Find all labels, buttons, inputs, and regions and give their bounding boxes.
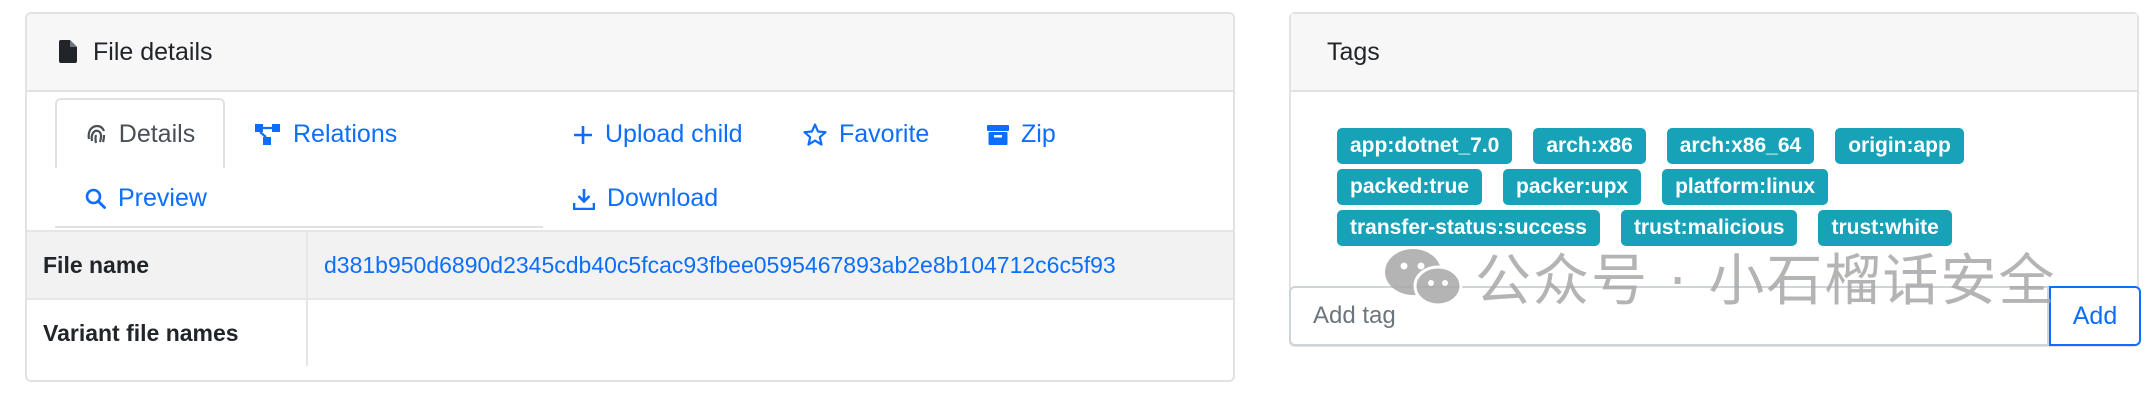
file-name-key: File name xyxy=(27,230,308,299)
favorite-label: Favorite xyxy=(839,120,930,148)
zip-button[interactable]: Zip xyxy=(987,120,1056,149)
tab-details[interactable]: Details xyxy=(55,98,225,168)
tag-badge[interactable]: packer:upx xyxy=(1503,169,1642,205)
zip-label: Zip xyxy=(1021,120,1056,148)
star-icon xyxy=(803,123,827,146)
relations-icon xyxy=(255,123,281,146)
tags-header: Tags xyxy=(1291,14,2137,92)
file-details-title: File details xyxy=(93,37,213,66)
file-name-value[interactable]: d381b950d6890d2345cdb40c5fcac93fbee05954… xyxy=(307,230,1233,299)
watermark-text: 公众号 · 小石榴话安全 xyxy=(1475,249,2057,314)
tag-row: packed:true packer:upx platform:linux xyxy=(1337,169,2097,205)
fingerprint-icon xyxy=(85,123,107,145)
variant-file-names-value xyxy=(307,298,1233,366)
tag-badge[interactable]: packed:true xyxy=(1337,169,1483,205)
tags-title: Tags xyxy=(1327,37,1380,66)
download-icon xyxy=(573,188,595,210)
file-details-card: File details Details Relations Upload ch… xyxy=(25,12,1235,382)
tab-relations[interactable]: Relations xyxy=(255,120,397,149)
table-row: File name d381b950d6890d2345cdb40c5fcac9… xyxy=(27,230,1233,299)
upload-child-button[interactable]: Upload child xyxy=(573,120,743,149)
tab-preview-label: Preview xyxy=(118,184,207,212)
add-tag-button[interactable]: Add xyxy=(2049,286,2141,346)
favorite-button[interactable]: Favorite xyxy=(803,120,929,149)
file-details-header: File details xyxy=(27,14,1233,92)
tab-relations-label: Relations xyxy=(293,120,398,148)
download-button[interactable]: Download xyxy=(573,184,718,213)
variant-file-names-key: Variant file names xyxy=(27,298,308,366)
archive-icon xyxy=(987,124,1009,145)
wechat-icon xyxy=(1385,248,1463,306)
tab-preview[interactable]: Preview xyxy=(85,184,207,213)
file-info-table: File name d381b950d6890d2345cdb40c5fcac9… xyxy=(27,230,1233,366)
tag-badge[interactable]: arch:x86 xyxy=(1533,128,1646,164)
download-label: Download xyxy=(607,184,719,212)
tab-details-label: Details xyxy=(118,119,196,148)
file-icon xyxy=(59,40,79,64)
search-icon xyxy=(85,188,106,209)
tag-badge[interactable]: arch:x86_64 xyxy=(1666,128,1815,164)
tabs-divider xyxy=(55,226,543,228)
table-row: Variant file names xyxy=(27,298,1233,366)
tag-badge[interactable]: app:dotnet_7.0 xyxy=(1337,128,1513,164)
watermark: 公众号 · 小石榴话安全 xyxy=(1383,236,2056,317)
plus-icon xyxy=(573,125,593,145)
file-tabs: Details Relations Upload child Favorite xyxy=(27,92,1233,230)
tag-badge[interactable]: origin:app xyxy=(1835,128,1964,164)
tag-list: app:dotnet_7.0 arch:x86 arch:x86_64 orig… xyxy=(1337,128,2097,251)
tag-badge[interactable]: platform:linux xyxy=(1662,169,1829,205)
upload-child-label: Upload child xyxy=(605,120,743,148)
tag-row: app:dotnet_7.0 arch:x86 arch:x86_64 orig… xyxy=(1337,128,2097,164)
